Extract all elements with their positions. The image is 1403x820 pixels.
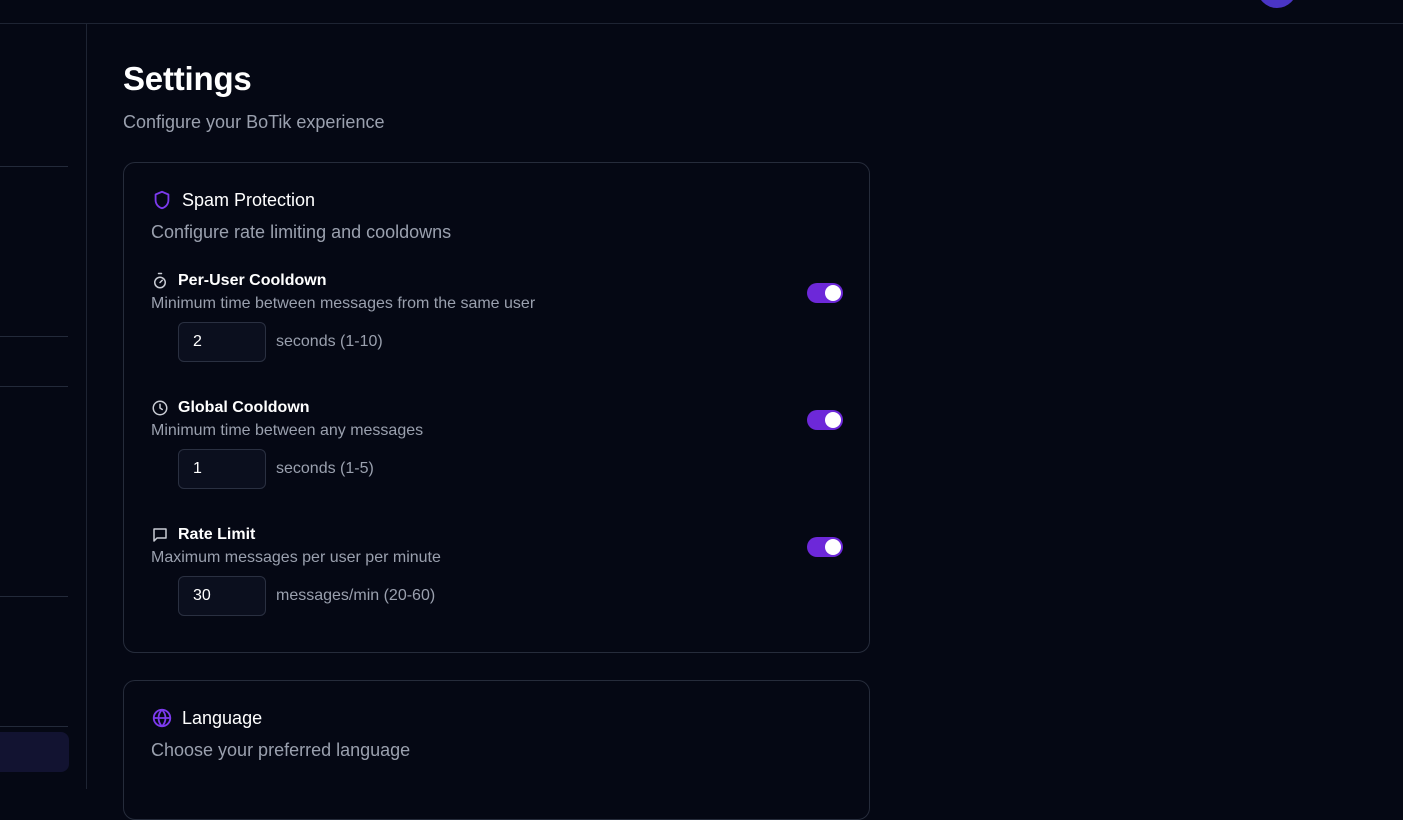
- language-card: Language Choose your preferred language: [123, 680, 870, 820]
- spam-protection-card: Spam Protection Configure rate limiting …: [123, 162, 870, 653]
- setting-description: Maximum messages per user per minute: [151, 549, 441, 566]
- card-header: Language: [151, 707, 262, 729]
- card-title: Spam Protection: [182, 189, 316, 210]
- setting-description: Minimum time between messages from the s…: [151, 295, 536, 312]
- page-subtitle: Configure your BoTik experience: [123, 112, 385, 132]
- rate-limit-toggle[interactable]: [807, 537, 843, 557]
- clock-icon: [151, 399, 169, 417]
- card-description: Configure rate limiting and cooldowns: [151, 222, 452, 242]
- global-cooldown-toggle[interactable]: [807, 410, 843, 430]
- unit-label: messages/min (20-60): [276, 587, 436, 604]
- toggle-knob: [825, 539, 841, 555]
- shield-icon: [151, 189, 173, 211]
- unit-label: seconds (1-10): [276, 333, 383, 350]
- globe-icon: [151, 707, 173, 729]
- sidebar: [0, 24, 87, 789]
- setting-label: Rate Limit: [178, 526, 256, 543]
- card-header: Spam Protection: [151, 189, 315, 211]
- message-icon: [151, 526, 169, 544]
- setting-per-user-cooldown: Per-User Cooldown Minimum time between m…: [151, 271, 843, 371]
- card-description: Choose your preferred language: [151, 740, 411, 760]
- setting-label: Global Cooldown: [178, 399, 310, 416]
- sidebar-divider: [0, 336, 68, 337]
- sidebar-divider: [0, 166, 68, 167]
- global-cooldown-input[interactable]: [178, 449, 266, 489]
- setting-description: Minimum time between any messages: [151, 422, 424, 439]
- rate-limit-input[interactable]: [178, 576, 266, 616]
- avatar[interactable]: [1257, 0, 1297, 8]
- sidebar-item-settings[interactable]: [0, 732, 69, 772]
- setting-global-cooldown: Global Cooldown Minimum time between any…: [151, 398, 843, 498]
- unit-label: seconds (1-5): [276, 460, 374, 477]
- toggle-knob: [825, 412, 841, 428]
- per-user-cooldown-input[interactable]: [178, 322, 266, 362]
- card-title: Language: [182, 707, 263, 728]
- per-user-cooldown-toggle[interactable]: [807, 283, 843, 303]
- sidebar-divider: [0, 596, 68, 597]
- top-bar: [0, 0, 1403, 24]
- page-title: Settings: [123, 60, 252, 97]
- setting-rate-limit: Rate Limit Maximum messages per user per…: [151, 525, 843, 625]
- setting-label: Per-User Cooldown: [178, 272, 327, 289]
- sidebar-divider: [0, 386, 68, 387]
- stopwatch-icon: [151, 272, 169, 290]
- toggle-knob: [825, 285, 841, 301]
- sidebar-divider: [0, 726, 68, 727]
